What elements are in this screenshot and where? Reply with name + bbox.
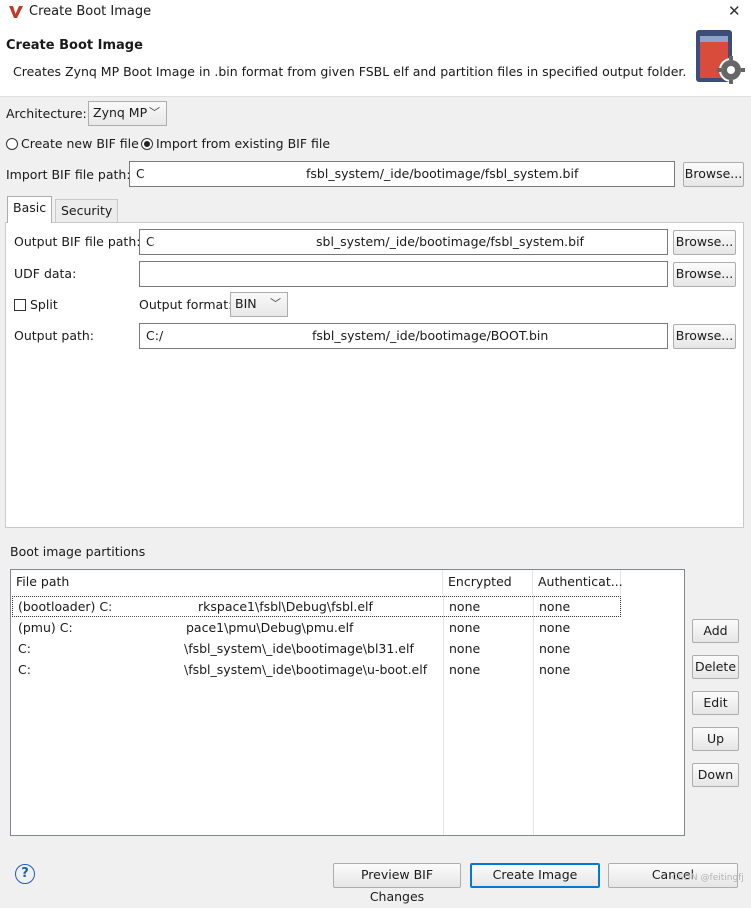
output-bif-browse-button[interactable]: Browse... bbox=[673, 230, 736, 255]
output-format-label: Output format: bbox=[139, 297, 233, 312]
table-row[interactable]: (bootloader) C: rkspace1\fsbl\Debug\fsbl… bbox=[12, 596, 621, 617]
redacted-area bbox=[32, 662, 182, 677]
watermark: CSDN @feitingfj bbox=[672, 873, 744, 883]
output-format-select[interactable]: BIN ﹀ bbox=[230, 292, 288, 317]
row-authentication: none bbox=[539, 599, 571, 614]
import-bif-browse-button[interactable]: Browse... bbox=[683, 162, 744, 187]
redacted-area bbox=[146, 166, 302, 182]
redacted-area bbox=[74, 620, 184, 635]
import-bif-path-input[interactable]: C fsbl_system/_ide/bootimage/fsbl_system… bbox=[129, 161, 675, 187]
output-path-label: Output path: bbox=[14, 328, 95, 343]
import-bif-label[interactable]: Import from existing BIF file bbox=[156, 136, 330, 151]
row-authentication: none bbox=[539, 641, 571, 656]
boot-image-gear-icon bbox=[696, 30, 745, 84]
row-path-prefix: C: bbox=[18, 662, 31, 677]
edit-button[interactable]: Edit bbox=[692, 691, 739, 715]
column-file-path[interactable]: File path bbox=[11, 570, 443, 594]
column-encrypted[interactable]: Encrypted bbox=[443, 570, 533, 594]
import-bif-path-value: fsbl_system/_ide/bootimage/fsbl_system.b… bbox=[306, 166, 579, 181]
down-button[interactable]: Down bbox=[692, 763, 739, 787]
redacted-area bbox=[166, 328, 310, 344]
create-image-button[interactable]: Create Image bbox=[470, 863, 600, 888]
output-bif-input[interactable]: C sbl_system/_ide/bootimage/fsbl_system.… bbox=[139, 229, 668, 255]
chevron-down-icon: ﹀ bbox=[270, 297, 281, 310]
architecture-label: Architecture: bbox=[6, 106, 87, 121]
help-icon[interactable]: ? bbox=[15, 864, 35, 884]
tab-basic[interactable]: Basic bbox=[7, 196, 53, 223]
close-icon[interactable]: ✕ bbox=[728, 2, 741, 20]
row-encrypted: none bbox=[449, 599, 481, 614]
output-path-value: fsbl_system/_ide/bootimage/BOOT.bin bbox=[312, 328, 549, 343]
output-bif-value: sbl_system/_ide/bootimage/fsbl_system.bi… bbox=[316, 234, 584, 249]
partitions-table[interactable]: File path Encrypted Authenticat... (boot… bbox=[10, 569, 685, 836]
udf-browse-button[interactable]: Browse... bbox=[673, 262, 736, 287]
import-bif-path-label: Import BIF file path: bbox=[6, 167, 131, 182]
create-bif-radio[interactable] bbox=[6, 138, 18, 150]
header-description: Creates Zynq MP Boot Image in .bin forma… bbox=[13, 64, 687, 79]
redacted-area bbox=[113, 599, 195, 614]
table-row[interactable]: C: \fsbl_system\_ide\bootimage\bl31.elf … bbox=[12, 638, 621, 659]
up-button[interactable]: Up bbox=[692, 727, 739, 751]
title-bar: Create Boot Image ✕ bbox=[0, 0, 751, 24]
tab-security[interactable]: Security bbox=[55, 199, 119, 223]
basic-tab-panel: Output BIF file path: C sbl_system/_ide/… bbox=[5, 222, 744, 528]
import-bif-path-prefix: C bbox=[136, 166, 145, 181]
import-bif-radio[interactable] bbox=[141, 138, 153, 150]
partitions-title: Boot image partitions bbox=[10, 544, 146, 559]
architecture-value: Zynq MP bbox=[93, 105, 148, 120]
create-bif-label[interactable]: Create new BIF file bbox=[21, 136, 139, 151]
chevron-down-icon: ﹀ bbox=[149, 106, 160, 119]
preview-bif-changes-button[interactable]: Preview BIF Changes bbox=[333, 863, 461, 904]
add-button[interactable]: Add bbox=[692, 619, 739, 643]
row-authentication: none bbox=[539, 620, 571, 635]
row-path-suffix: rkspace1\fsbl\Debug\fsbl.elf bbox=[198, 599, 373, 614]
window-title: Create Boot Image bbox=[29, 4, 152, 19]
architecture-select[interactable]: Zynq MP ﹀ bbox=[88, 101, 167, 126]
row-encrypted: none bbox=[449, 620, 481, 635]
row-path-suffix: pace1\pmu\Debug\pmu.elf bbox=[186, 620, 354, 635]
row-encrypted: none bbox=[449, 662, 481, 677]
split-checkbox[interactable] bbox=[14, 299, 26, 311]
output-path-browse-button[interactable]: Browse... bbox=[673, 324, 736, 349]
app-logo-icon bbox=[9, 6, 23, 18]
output-bif-label: Output BIF file path: bbox=[14, 234, 141, 249]
redacted-area bbox=[154, 234, 314, 250]
table-row[interactable]: (pmu) C: pace1\pmu\Debug\pmu.elf none no… bbox=[12, 617, 621, 638]
output-format-value: BIN bbox=[235, 296, 257, 311]
output-path-input[interactable]: C:/ fsbl_system/_ide/bootimage/BOOT.bin bbox=[139, 323, 668, 349]
row-path-suffix: \fsbl_system\_ide\bootimage\bl31.elf bbox=[184, 641, 414, 656]
row-encrypted: none bbox=[449, 641, 481, 656]
header-title: Create Boot Image bbox=[6, 38, 143, 53]
output-path-prefix: C:/ bbox=[146, 328, 164, 343]
table-row[interactable]: C: \fsbl_system\_ide\bootimage\u-boot.el… bbox=[12, 659, 621, 680]
row-path-prefix: (bootloader) C: bbox=[18, 599, 113, 614]
dialog-header: Create Boot Image Creates Zynq MP Boot I… bbox=[0, 24, 751, 97]
row-path-prefix: C: bbox=[18, 641, 31, 656]
udf-data-label: UDF data: bbox=[14, 266, 77, 281]
row-authentication: none bbox=[539, 662, 571, 677]
delete-button[interactable]: Delete bbox=[692, 655, 739, 679]
split-label[interactable]: Split bbox=[30, 297, 58, 312]
column-authentication[interactable]: Authenticat... bbox=[533, 570, 623, 594]
udf-data-input[interactable] bbox=[139, 261, 668, 287]
row-path-prefix: (pmu) C: bbox=[18, 620, 73, 635]
redacted-area bbox=[32, 641, 182, 656]
row-path-suffix: \fsbl_system\_ide\bootimage\u-boot.elf bbox=[184, 662, 428, 677]
